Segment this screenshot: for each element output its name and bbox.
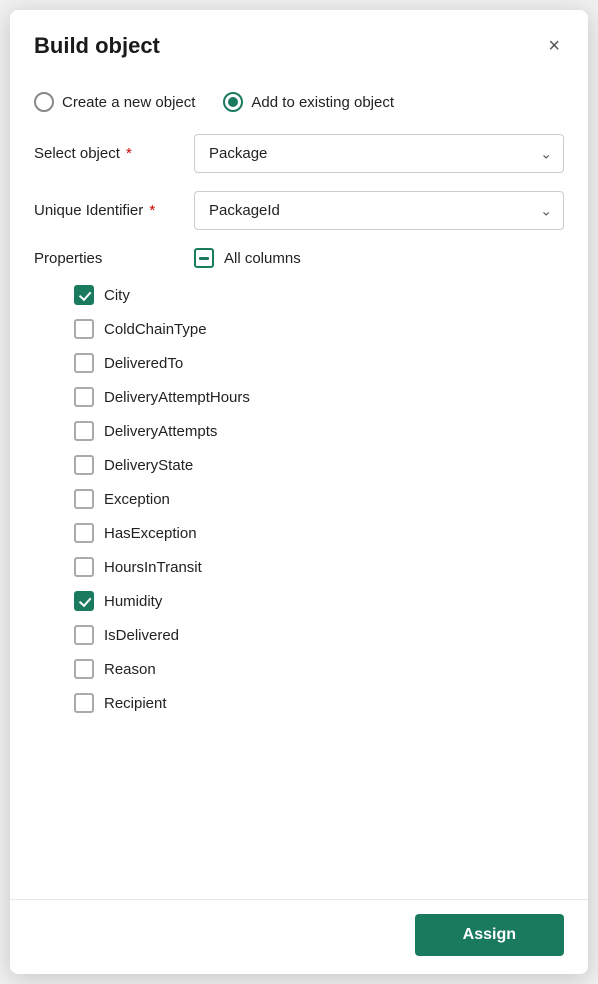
properties-header: Properties All columns (34, 248, 564, 268)
exception-checkbox[interactable] (74, 489, 94, 509)
dialog-header: Build object × (10, 10, 588, 74)
list-item: Exception (34, 482, 564, 516)
select-object-dropdown[interactable]: Package (194, 134, 564, 173)
list-item: DeliveredTo (34, 346, 564, 380)
hasexception-label: HasException (104, 525, 197, 542)
unique-identifier-wrapper: PackageId ⌄ (194, 191, 564, 230)
close-button[interactable]: × (544, 32, 564, 60)
deliverystate-label: DeliveryState (104, 457, 193, 474)
deliveryattempts-label: DeliveryAttempts (104, 423, 217, 440)
create-new-radio-label[interactable]: Create a new object (34, 92, 195, 112)
list-item: HasException (34, 516, 564, 550)
deliveredto-label: DeliveredTo (104, 355, 183, 372)
list-item: City (34, 278, 564, 312)
all-columns-indeterminate-mark (199, 257, 209, 260)
create-new-radio[interactable] (34, 92, 54, 112)
all-columns-label: All columns (224, 250, 301, 267)
list-item: Humidity (34, 584, 564, 618)
recipient-checkbox[interactable] (74, 693, 94, 713)
list-item: DeliveryAttemptHours (34, 380, 564, 414)
hoursintransit-checkbox[interactable] (74, 557, 94, 577)
coldchaintype-label: ColdChainType (104, 321, 207, 338)
city-checkbox[interactable] (74, 285, 94, 305)
add-existing-radio-label[interactable]: Add to existing object (223, 92, 394, 112)
deliveryattempthours-label: DeliveryAttemptHours (104, 389, 250, 406)
unique-identifier-row: Unique Identifier * PackageId ⌄ (34, 191, 564, 230)
properties-section: Properties All columns City ColdChainTyp… (34, 248, 564, 720)
exception-label: Exception (104, 491, 170, 508)
add-existing-radio[interactable] (223, 92, 243, 112)
list-item: ColdChainType (34, 312, 564, 346)
select-object-label: Select object * (34, 145, 194, 162)
list-item: Recipient (34, 686, 564, 720)
all-columns-checkbox[interactable] (194, 248, 214, 268)
isdelivered-label: IsDelivered (104, 627, 179, 644)
build-object-dialog: Build object × Create a new object Add t… (10, 10, 588, 974)
unique-identifier-label: Unique Identifier * (34, 202, 194, 219)
create-new-label: Create a new object (62, 94, 195, 111)
add-existing-label: Add to existing object (251, 94, 394, 111)
list-item: DeliveryState (34, 448, 564, 482)
dialog-title: Build object (34, 33, 160, 59)
properties-label: Properties (34, 250, 194, 267)
list-item: DeliveryAttempts (34, 414, 564, 448)
unique-identifier-dropdown[interactable]: PackageId (194, 191, 564, 230)
list-item: HoursInTransit (34, 550, 564, 584)
list-item: Reason (34, 652, 564, 686)
dialog-footer: Assign (10, 899, 588, 974)
select-object-required: * (122, 145, 132, 162)
humidity-checkbox[interactable] (74, 591, 94, 611)
hoursintransit-label: HoursInTransit (104, 559, 202, 576)
deliveryattempts-checkbox[interactable] (74, 421, 94, 441)
city-label: City (104, 287, 130, 304)
deliveryattempthours-checkbox[interactable] (74, 387, 94, 407)
deliveredto-checkbox[interactable] (74, 353, 94, 373)
assign-button[interactable]: Assign (415, 914, 564, 956)
all-columns-row: All columns (194, 248, 301, 268)
radio-group: Create a new object Add to existing obje… (34, 92, 564, 112)
humidity-label: Humidity (104, 593, 162, 610)
deliverystate-checkbox[interactable] (74, 455, 94, 475)
dialog-body: Create a new object Add to existing obje… (10, 74, 588, 899)
reason-checkbox[interactable] (74, 659, 94, 679)
reason-label: Reason (104, 661, 156, 678)
select-object-row: Select object * Package ⌄ (34, 134, 564, 173)
recipient-label: Recipient (104, 695, 167, 712)
isdelivered-checkbox[interactable] (74, 625, 94, 645)
list-item: IsDelivered (34, 618, 564, 652)
unique-identifier-required: * (145, 202, 155, 219)
coldchaintype-checkbox[interactable] (74, 319, 94, 339)
select-object-wrapper: Package ⌄ (194, 134, 564, 173)
hasexception-checkbox[interactable] (74, 523, 94, 543)
